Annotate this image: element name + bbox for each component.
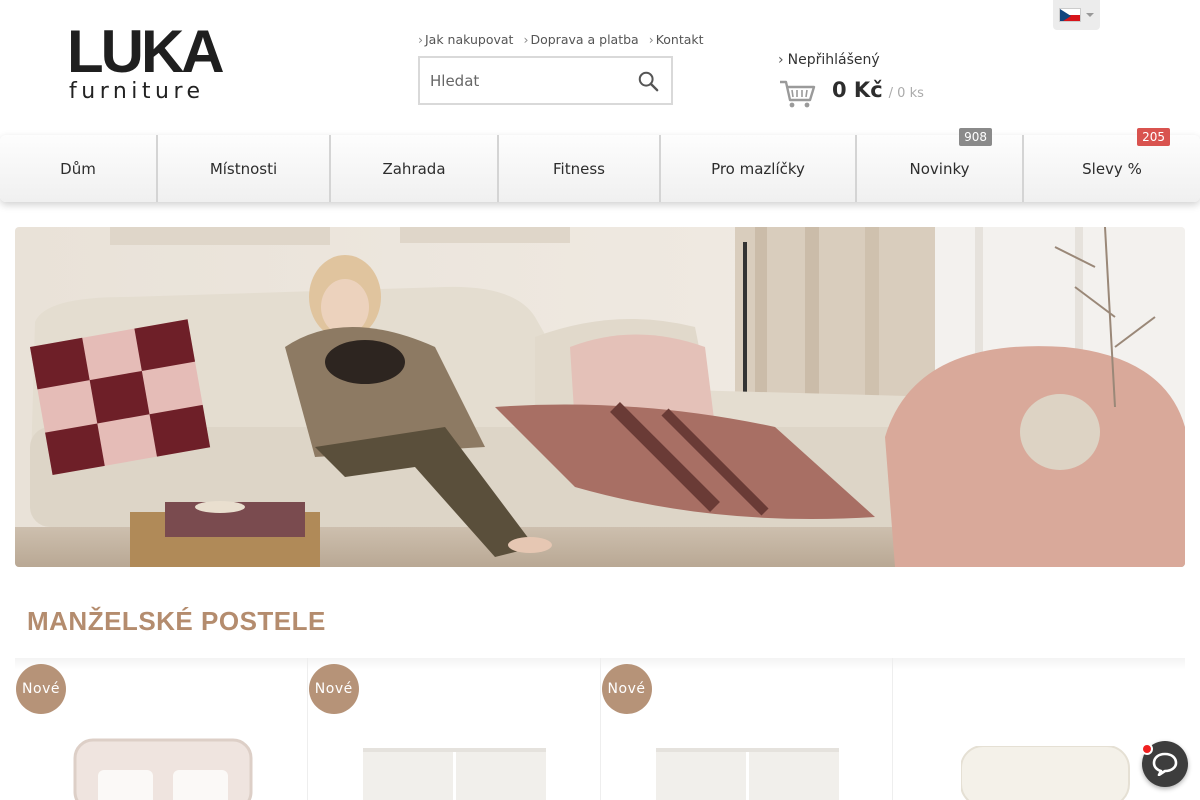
nav-item-slevy[interactable]: Slevy % 205 bbox=[1024, 128, 1200, 202]
search-box bbox=[418, 56, 673, 105]
nav-label: Slevy % bbox=[1082, 159, 1142, 178]
top-links: › Jak nakupovat › Doprava a platba › Kontak… bbox=[418, 32, 704, 47]
notification-dot bbox=[1141, 743, 1153, 755]
search-icon[interactable] bbox=[637, 70, 659, 92]
search-input[interactable] bbox=[430, 71, 630, 90]
hero-image bbox=[15, 227, 1185, 567]
chevron-right-icon: › bbox=[523, 32, 529, 47]
product-image bbox=[655, 748, 839, 800]
chat-icon bbox=[1152, 752, 1178, 776]
nav-item-dum[interactable]: Dům bbox=[0, 135, 158, 202]
product-card[interactable]: Nové bbox=[15, 658, 308, 800]
chevron-right-icon: › bbox=[648, 32, 654, 47]
main-nav: Dům Místnosti Zahrada Fitness Pro mazlíč… bbox=[0, 128, 1200, 202]
product-image bbox=[961, 746, 1131, 800]
nav-item-fitness[interactable]: Fitness bbox=[499, 135, 661, 202]
section-title: MANŽELSKÉ POSTELE bbox=[27, 606, 326, 636]
chevron-right-icon: › bbox=[778, 52, 784, 68]
cart-summary[interactable]: 0 Kč / 0 ks bbox=[778, 78, 924, 110]
cart-count: / 0 ks bbox=[888, 86, 924, 101]
site-header: LUKA furniture › Jak nakupovat › Doprava a… bbox=[0, 0, 1200, 135]
product-image bbox=[362, 748, 546, 800]
nav-label: Novinky bbox=[909, 159, 970, 178]
brand-logo[interactable]: LUKA furniture bbox=[67, 18, 242, 106]
login-link[interactable]: › Nepřihlášený bbox=[778, 52, 880, 68]
link-label: Doprava a platba bbox=[530, 32, 639, 47]
language-selector[interactable] bbox=[1053, 0, 1100, 30]
product-card[interactable] bbox=[893, 658, 1185, 800]
nav-label: Pro mazlíčky bbox=[711, 159, 805, 178]
nav-item-zahrada[interactable]: Zahrada bbox=[331, 135, 499, 202]
count-badge: 205 bbox=[1137, 128, 1170, 146]
hero-banner[interactable] bbox=[15, 227, 1185, 567]
new-badge: Nové bbox=[308, 664, 359, 714]
czech-flag-icon bbox=[1059, 8, 1081, 22]
caret-down-icon bbox=[1086, 13, 1094, 17]
cart-icon bbox=[780, 80, 816, 108]
nav-label: Fitness bbox=[553, 159, 605, 178]
cart-total: 0 Kč bbox=[832, 78, 883, 102]
nav-label: Místnosti bbox=[209, 159, 278, 178]
product-card[interactable]: Nové bbox=[307, 658, 601, 800]
chevron-right-icon: › bbox=[418, 32, 423, 47]
product-image bbox=[73, 738, 253, 800]
login-label: Nepřihlášený bbox=[787, 52, 880, 68]
logo-main-text: LUKA bbox=[67, 18, 225, 85]
link-contact[interactable]: › Kontakt bbox=[649, 32, 704, 47]
product-grid: Nové Nové Nové bbox=[15, 658, 1185, 800]
nav-label: Zahrada bbox=[382, 159, 446, 178]
nav-label: Dům bbox=[60, 159, 96, 178]
link-label: Jak nakupovat bbox=[425, 32, 514, 47]
link-shipping-payment[interactable]: › Doprava a platba bbox=[523, 32, 638, 47]
nav-item-mistnosti[interactable]: Místnosti bbox=[158, 135, 331, 202]
new-badge: Nové bbox=[601, 664, 652, 714]
new-badge: Nové bbox=[16, 664, 66, 714]
nav-item-pets[interactable]: Pro mazlíčky bbox=[661, 135, 857, 202]
link-label: Kontakt bbox=[655, 32, 704, 47]
link-how-to-buy[interactable]: › Jak nakupovat bbox=[418, 32, 513, 47]
nav-item-novinky[interactable]: Novinky 908 bbox=[857, 128, 1024, 202]
product-card[interactable]: Nové bbox=[600, 658, 894, 800]
count-badge: 908 bbox=[959, 128, 992, 146]
